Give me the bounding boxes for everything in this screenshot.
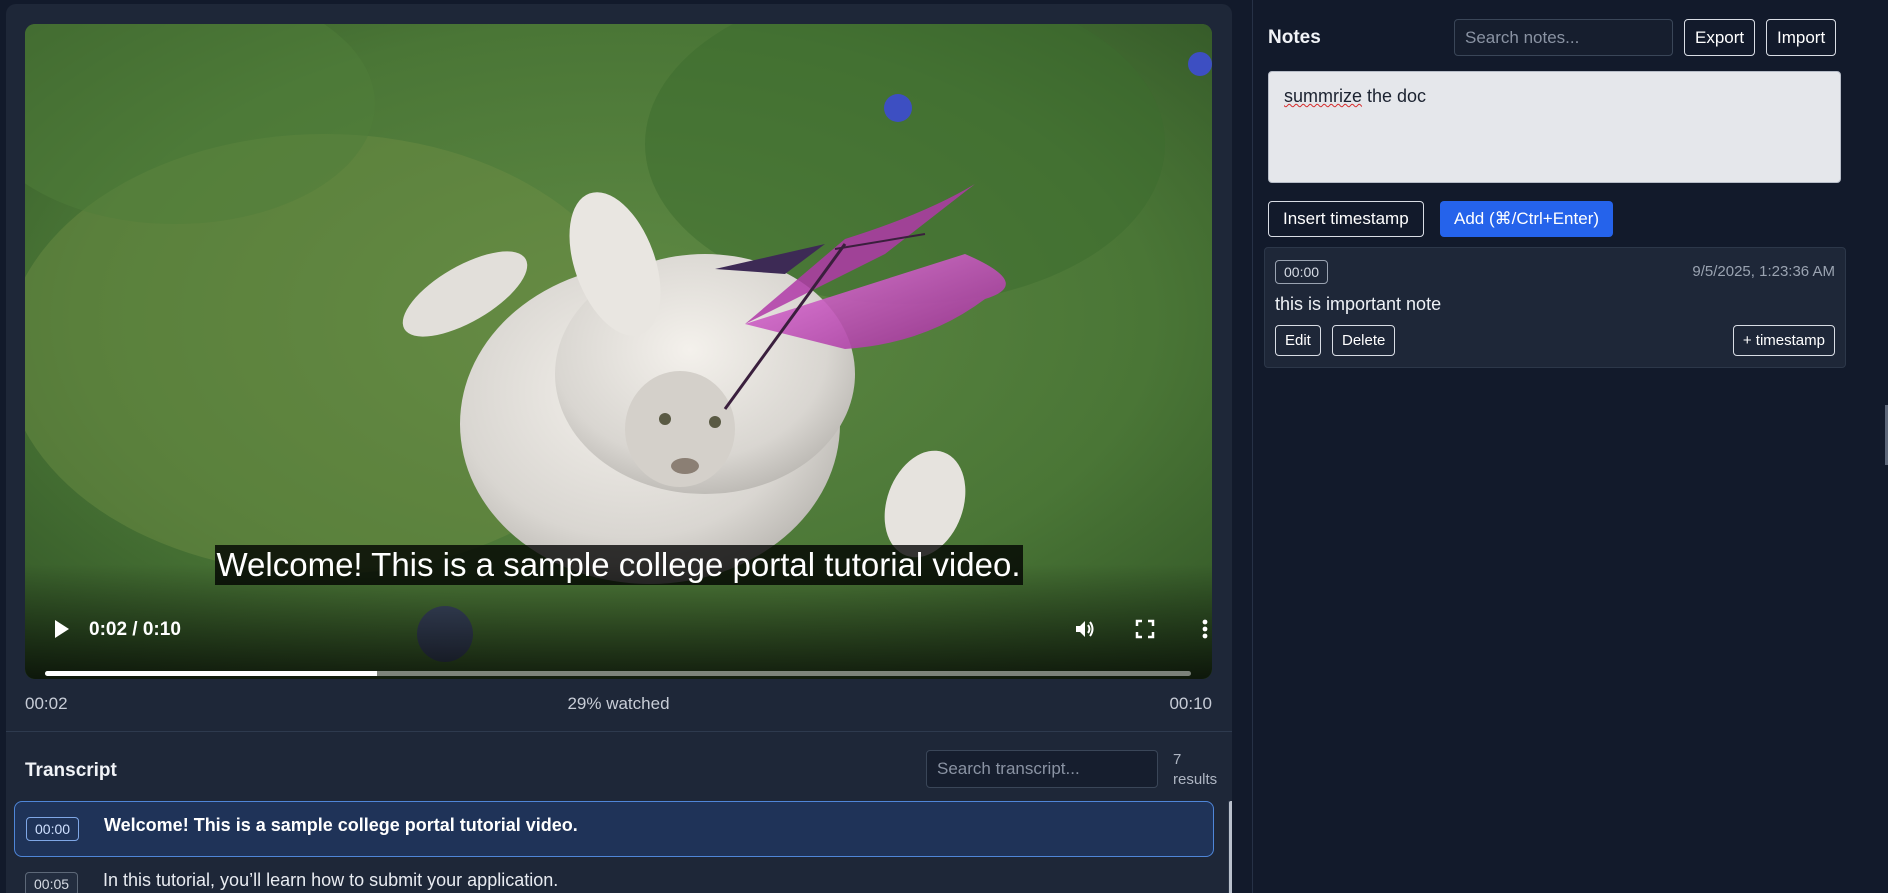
add-timestamp-button[interactable]: + timestamp [1732,325,1835,356]
transcript-text: Welcome! This is a sample college portal… [104,815,578,835]
transcript-list: 00:00 Welcome! This is a sample college … [14,801,1220,893]
total-duration: 00:10 [1169,694,1212,713]
seek-bar[interactable] [45,671,1191,676]
insert-timestamp-button[interactable]: Insert timestamp [1268,201,1424,237]
misspelled-word: summrize [1284,86,1363,106]
export-button[interactable]: Export [1684,19,1756,56]
play-button[interactable] [45,612,79,646]
results-label: results [1173,771,1218,788]
watch-progress: 00:02 29% watched 00:10 [25,694,1212,718]
video-panel: Welcome! This is a sample college portal… [6,4,1232,893]
more-options-icon [1202,619,1208,639]
fullscreen-icon [1135,619,1155,639]
section-divider [6,731,1232,732]
volume-button[interactable] [1068,612,1102,646]
results-number: 7 [1173,751,1182,768]
play-icon [55,620,69,638]
video-player[interactable]: Welcome! This is a sample college portal… [25,24,1212,679]
fullscreen-button[interactable] [1128,612,1162,646]
note-date: 9/5/2025, 1:23:36 AM [1692,263,1835,280]
watched-percent: 29% watched [567,694,670,713]
note-timestamp[interactable]: 00:00 [1275,260,1329,284]
transcript-search-input[interactable] [926,750,1158,788]
volume-icon [1076,621,1094,637]
transcript-row[interactable]: 00:05 In this tutorial, you’ll learn how… [14,857,1214,893]
seek-bar-played [45,671,378,676]
video-controls: 0:02 / 0:10 [25,606,1212,676]
add-note-button[interactable]: Add (⌘/Ctrl+Enter) [1440,201,1614,237]
time-readout: 0:02 / 0:10 [89,619,181,640]
transcript-text: In this tutorial, you’ll learn how to su… [103,870,559,890]
edit-note-button[interactable]: Edit [1275,325,1321,356]
transcript-header: Transcript 7 results [25,750,1217,800]
transcript-row[interactable]: 00:00 Welcome! This is a sample college … [14,801,1214,857]
transcript-results-count: 7 results [1173,750,1223,790]
delete-note-button[interactable]: Delete [1332,325,1396,356]
note-card: 00:00 9/5/2025, 1:23:36 AM this is impor… [1264,247,1846,368]
scrollbar-thumb[interactable] [1229,801,1232,893]
transcript-timestamp[interactable]: 00:00 [26,817,80,841]
editor-text: the doc [1362,86,1427,106]
notes-panel: Notes Export Import summrize the doc Ins… [1253,0,1888,893]
notes-title: Notes [1268,27,1321,48]
transcript-title: Transcript [25,760,117,781]
transcript-timestamp[interactable]: 00:05 [25,872,79,893]
note-text: this is important note [1275,294,1442,314]
notes-search-input[interactable] [1454,19,1673,56]
import-button[interactable]: Import [1766,19,1837,56]
more-options-button[interactable] [1188,612,1212,646]
transcript-scrollbar[interactable] [1228,801,1232,893]
note-editor[interactable]: summrize the doc [1268,71,1841,183]
